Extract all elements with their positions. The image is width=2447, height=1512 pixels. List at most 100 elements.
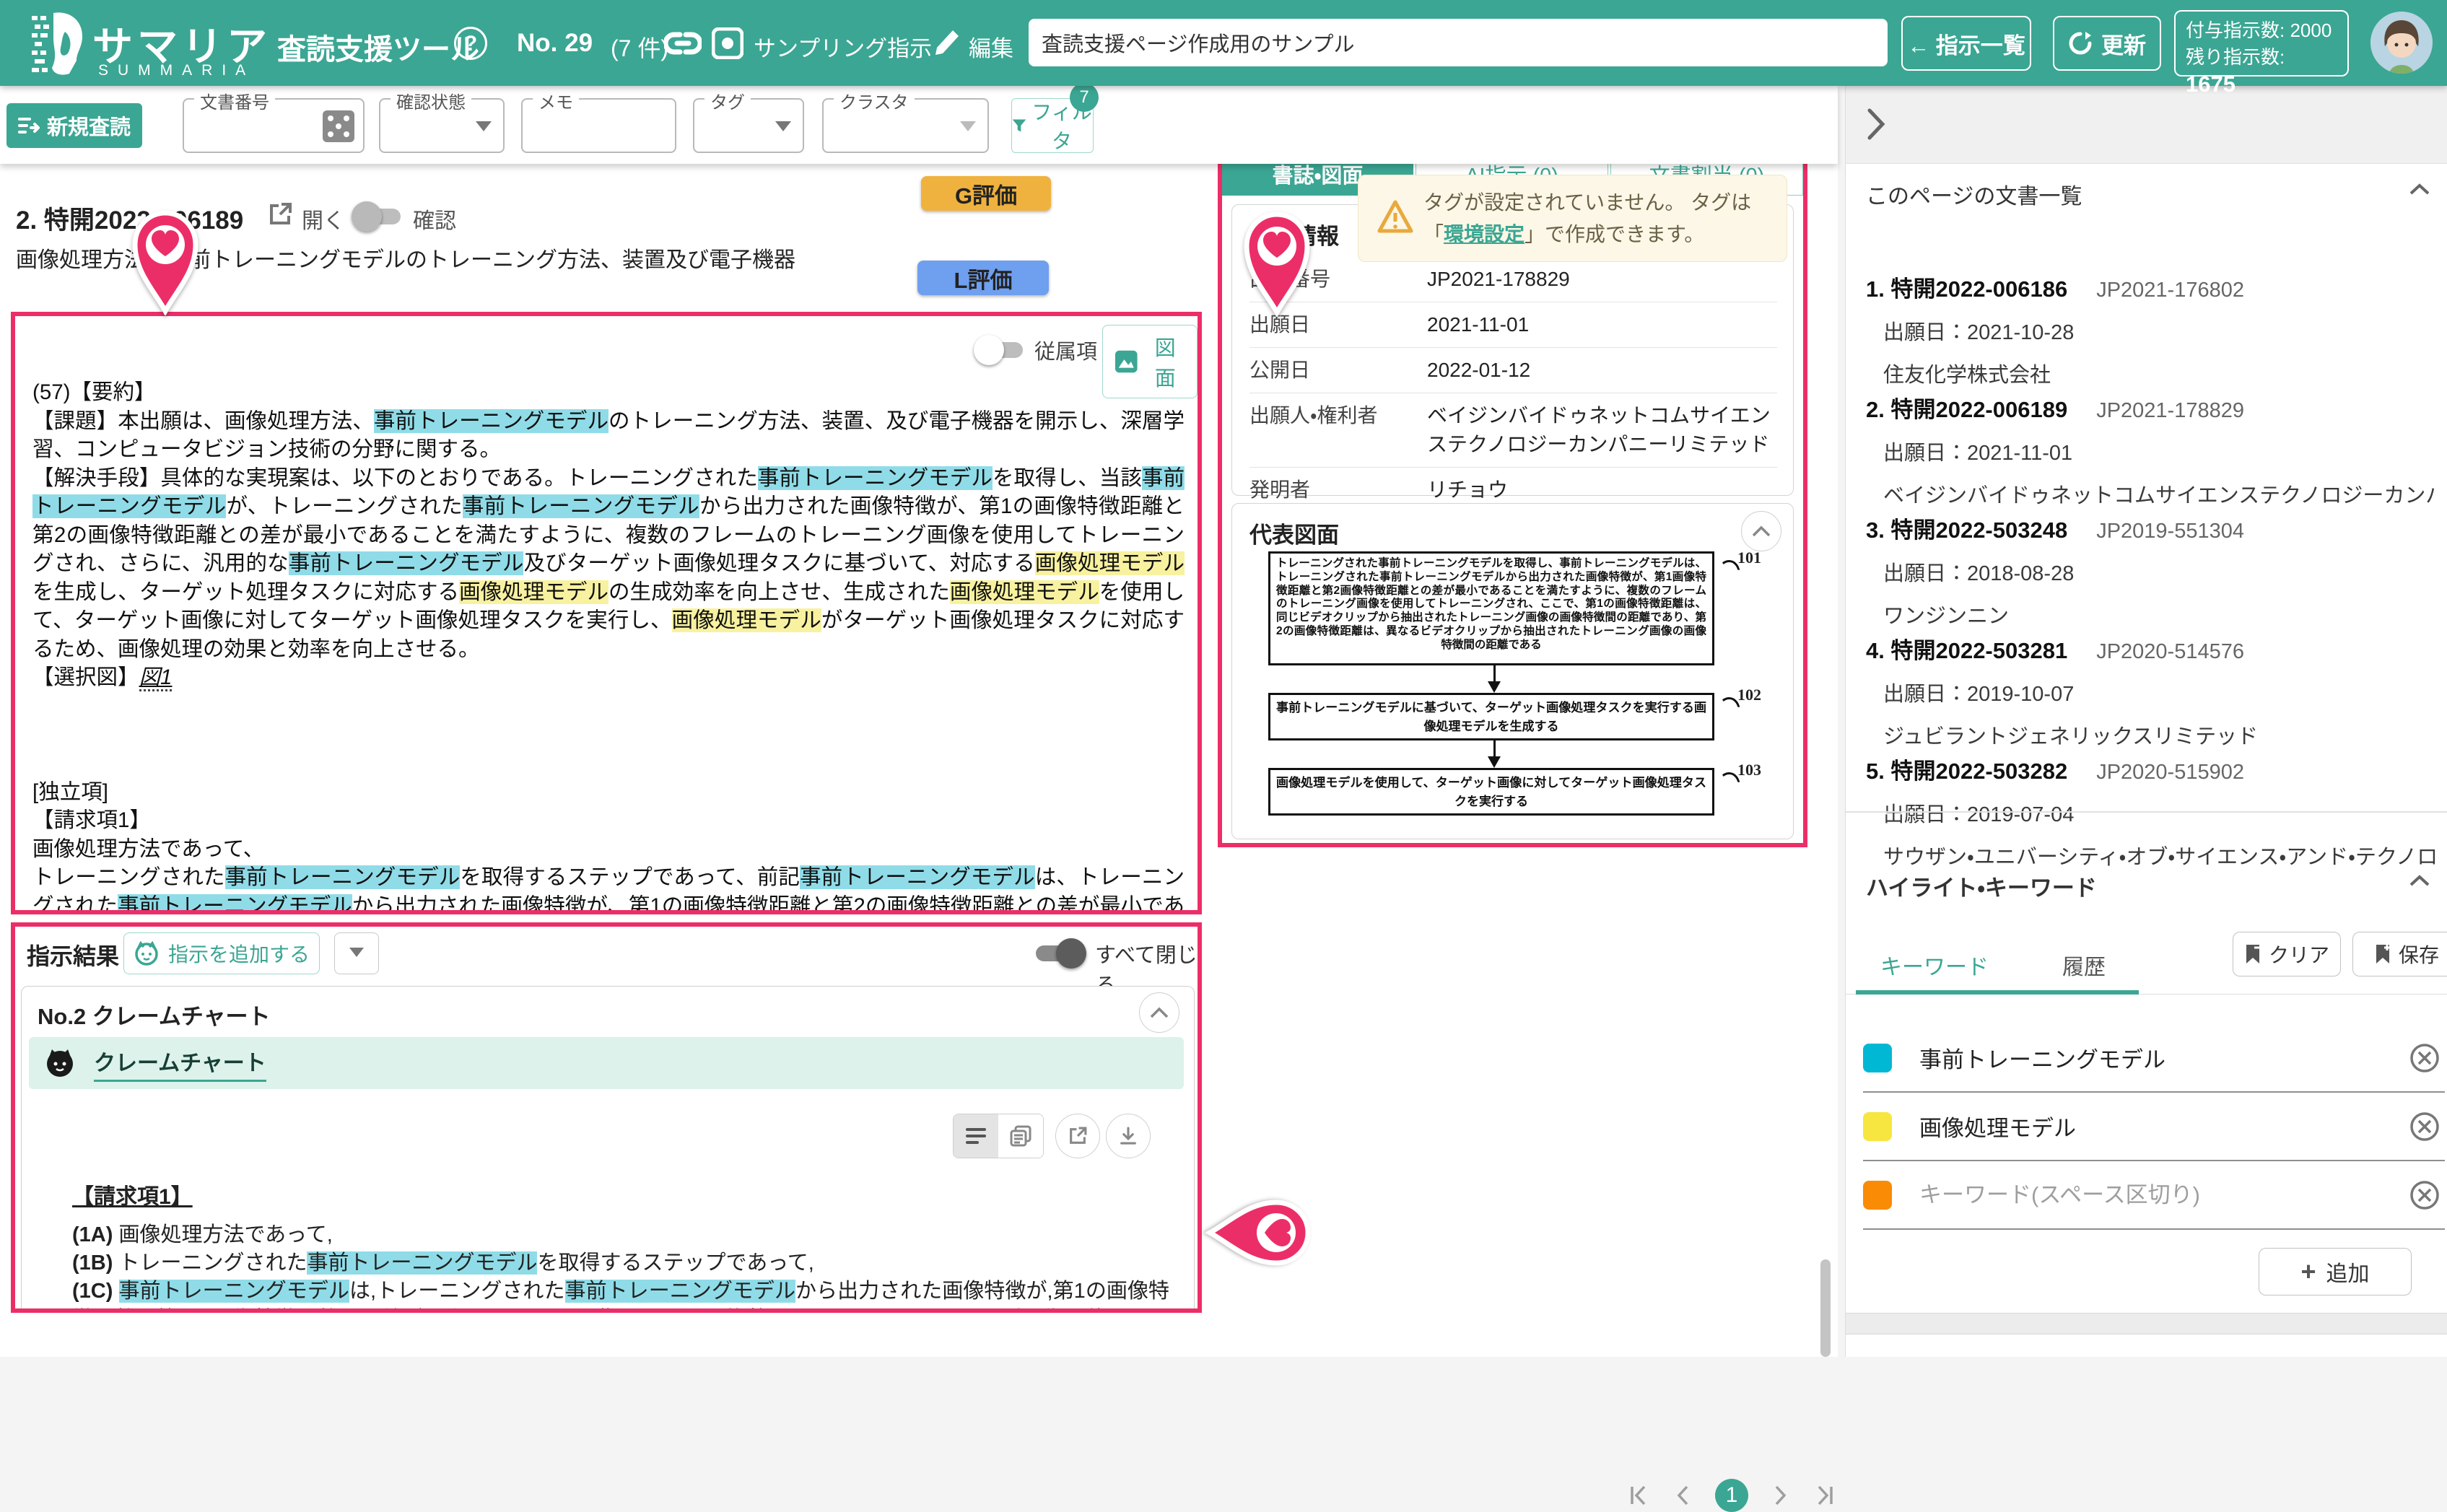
doc-application-number: JP2021-176802 [2096, 279, 2244, 302]
prev-page-icon[interactable] [1675, 1485, 1691, 1506]
abstract-paragraph: 画像処理方法であって、 [32, 835, 1185, 864]
random-dice-icon[interactable] [323, 110, 354, 142]
collapse-button[interactable] [1139, 992, 1179, 1033]
claim-chart-text: 【請求項1】 (1A) 画像処理方法であって,(1B) トレーニングされた事前ト… [72, 1183, 1169, 1313]
biblio-label: 公開日 [1249, 356, 1427, 385]
edit-label[interactable]: 編集 [969, 30, 1013, 63]
help-icon[interactable]: ? [454, 27, 487, 60]
open-label[interactable]: 開く [302, 203, 345, 235]
instruction-list-button[interactable]: ← 指示一覧 [1901, 16, 2031, 71]
add-keyword-button[interactable]: + 追加 [2259, 1248, 2412, 1295]
claim-chart-banner[interactable]: クレームチャート [29, 1037, 1184, 1089]
heart-pin-annotation [1205, 1195, 1314, 1270]
close-all-toggle[interactable] [1031, 943, 1085, 964]
g-eval-button[interactable]: G評価 [921, 176, 1051, 211]
doc-filing-date: 出願日：2021-10-28 [1866, 315, 2436, 346]
open-in-new-icon[interactable] [267, 201, 293, 227]
doc-filing-date: 出願日：2019-07-04 [1866, 797, 2436, 828]
drawing-title: 代表図面 [1249, 517, 1339, 549]
doc-application-number: JP2020-515902 [2096, 761, 2244, 784]
claim-chart-title: No.2 クレームチャート [38, 998, 271, 1031]
claim-chart-item: (1C) 事前トレーニングモデルは,トレーニングされた事前トレーニングモデルから… [72, 1277, 1169, 1313]
add-instruction-button[interactable]: 指示を追加する [123, 932, 320, 974]
page-title-input[interactable] [1029, 19, 1888, 66]
instruction-count: (7 件) [611, 30, 668, 64]
first-page-icon[interactable] [1628, 1485, 1650, 1506]
confirm-toggle[interactable] [352, 206, 405, 227]
save-keywords-button[interactable]: 保存 [2352, 932, 2447, 976]
keyword-color-swatch[interactable] [1863, 1044, 1892, 1072]
l-eval-button[interactable]: L評価 [917, 261, 1049, 295]
doc-filing-date: 出願日：2021-11-01 [1866, 436, 2436, 466]
abstract-panel: 従属項 図面 (57)【要約】【課題】本出願は、画像処理方法、事前トレーニングモ… [11, 312, 1202, 914]
sidebar-top-strip [1846, 86, 2447, 164]
keyword-input[interactable] [1919, 1182, 2409, 1208]
link-icon[interactable] [664, 29, 702, 58]
memo-field[interactable]: メモ [521, 98, 676, 153]
tab-history[interactable]: 履歴 [2062, 949, 2106, 981]
dependent-claims-label: 従属項 [1034, 335, 1097, 365]
heart-pin-annotation [128, 207, 203, 315]
flow-box-103: 画像処理モデルを使用して、ターゲット画像に対してターゲット画像処理タスクを実行す… [1268, 768, 1714, 816]
open-in-new-button[interactable] [1055, 1114, 1100, 1158]
flow-label-101: 101 [1737, 549, 1761, 567]
doc-publication-number: 1. 特開2022-006186 [1866, 276, 2067, 302]
vertical-scrollbar[interactable] [1820, 1259, 1831, 1357]
figure-link[interactable]: 図1 [139, 665, 173, 691]
refresh-icon [2068, 31, 2093, 56]
edit-pencil-icon[interactable] [931, 27, 960, 59]
status-select[interactable]: 確認状態 [379, 98, 505, 153]
list-view-button[interactable] [954, 1114, 998, 1158]
abstract-text: (57)【要約】【課題】本出願は、画像処理方法、事前トレーニングモデルのトレーニ… [32, 378, 1185, 914]
abstract-paragraph: トレーニングされた事前トレーニングモデルを取得するステップであって、前記事前トレ… [32, 863, 1185, 914]
current-page[interactable]: 1 [1715, 1479, 1748, 1512]
keyword-text[interactable]: 画像処理モデル [1919, 1110, 2409, 1142]
biblio-value: 2022-01-12 [1427, 356, 1777, 385]
tab-keyword[interactable]: キーワード [1880, 949, 1989, 981]
biblio-row: 出願日2021-11-01 [1249, 302, 1777, 348]
remove-keyword-icon[interactable] [2409, 1179, 2441, 1211]
cluster-select[interactable]: クラスタ [822, 98, 989, 153]
download-button[interactable] [1106, 1114, 1151, 1158]
document-list-item[interactable]: 4. 特開2022-503281JP2020-514576出願日：2019-10… [1866, 632, 2436, 750]
chevron-up-icon[interactable] [2409, 874, 2430, 887]
flow-arrow [1493, 740, 1496, 758]
biblio-label: 発明者 [1249, 476, 1427, 504]
abstract-paragraph: 【課題】本出願は、画像処理方法、事前トレーニングモデルのトレーニング方法、装置、… [32, 407, 1185, 464]
user-avatar[interactable] [2370, 12, 2433, 74]
refresh-button[interactable]: 更新 [2053, 16, 2161, 71]
last-page-icon[interactable] [1813, 1485, 1835, 1506]
table-view-button[interactable] [998, 1114, 1043, 1158]
next-page-icon[interactable] [1773, 1485, 1789, 1506]
tag-select[interactable]: タグ [693, 98, 804, 153]
abstract-paragraph [32, 692, 1185, 778]
biblio-value: 2021-11-01 [1427, 310, 1777, 339]
instruction-dropdown-button[interactable] [334, 932, 379, 974]
collapse-button[interactable] [1741, 511, 1781, 551]
abstract-paragraph: 【選択図】図1 [32, 663, 1185, 692]
abstract-paragraph: 【請求項1】 [32, 806, 1185, 835]
chevron-up-icon[interactable] [2409, 183, 2430, 196]
doc-application-number: JP2021-178829 [2096, 399, 2244, 422]
new-review-button[interactable]: 新規査読 [6, 103, 142, 148]
keyword-color-swatch[interactable] [1863, 1112, 1892, 1141]
doc-number-field[interactable]: 文書番号 [183, 98, 365, 153]
keyword-text[interactable]: 事前トレーニングモデル [1919, 1041, 2409, 1074]
doc-publication-number: 4. 特開2022-503281 [1866, 638, 2067, 663]
collapse-sidebar-icon[interactable] [1866, 108, 1886, 141]
env-settings-link[interactable]: 環境設定 [1444, 223, 1525, 245]
sampling-icon[interactable] [712, 27, 743, 59]
instruction-number: No. 29 [517, 29, 593, 58]
clear-keywords-button[interactable]: クリア [2233, 932, 2341, 976]
dependent-claims-toggle[interactable] [974, 339, 1027, 361]
document-list-item[interactable]: 1. 特開2022-006186 JP2021-176802 出願日：2021-10… [1866, 271, 2436, 388]
confirm-label: 確認 [413, 203, 456, 235]
sampling-label[interactable]: サンプリング指示 [754, 30, 932, 63]
document-list-item[interactable]: 3. 特開2022-503248JP2019-551304出願日：2018-08… [1866, 512, 2436, 629]
document-list-item[interactable]: 2. 特開2022-006189JP2021-178829出願日：2021-11… [1866, 391, 2436, 509]
summaria-logo-icon [32, 10, 90, 77]
drawing-card: 代表図面 トレーニングされた事前トレーニングモデルを取得し、事前トレーニングモデ… [1231, 503, 1794, 839]
remove-keyword-icon[interactable] [2409, 1111, 2441, 1142]
remove-keyword-icon[interactable] [2409, 1042, 2441, 1074]
keyword-color-swatch[interactable] [1863, 1181, 1892, 1210]
